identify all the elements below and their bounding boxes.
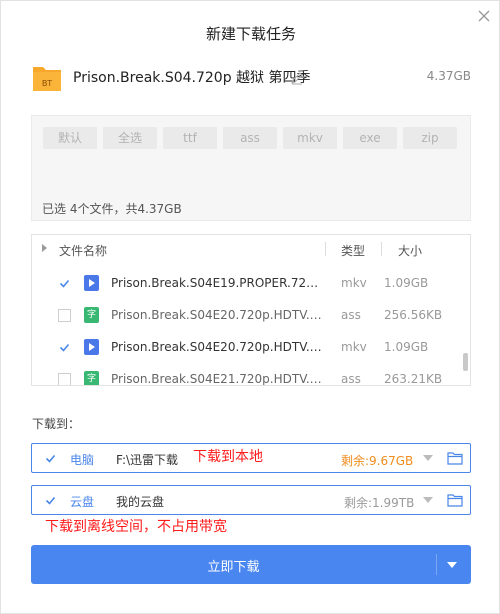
table-row[interactable]: 字 Prison.Break.S04E21.720p.HDTV.X264 ass… (32, 363, 462, 386)
column-size-header[interactable]: 大小 (398, 242, 422, 259)
target-checkbox[interactable] (44, 494, 57, 507)
bt-folder-icon: BT (32, 63, 62, 93)
table-row[interactable]: 字 Prison.Break.S04E20.720p.HDTV.X264 ass… (32, 299, 462, 331)
dialog-title: 新建下载任务 (205, 25, 296, 43)
free-space: 剩余:9.67GB (341, 454, 414, 468)
file-name: Prison.Break.S04E19.PROPER.720p.HDTV.X26… (111, 276, 323, 290)
annotation-local: 下载到本地 (193, 449, 263, 465)
subtitle-icon: 字 (84, 371, 99, 385)
table-header: 文件名称 类型 大小 (32, 235, 470, 263)
subtitle-icon: 字 (84, 307, 99, 323)
filter-mkv-button[interactable]: mkv (283, 127, 337, 149)
file-type: ass (341, 372, 361, 386)
file-table: 文件名称 类型 大小 Prison.Break.S04E19.PROPER.72… (31, 234, 471, 386)
download-now-label: 立即下载 (207, 560, 260, 575)
target-checkbox[interactable] (44, 452, 57, 465)
target-path[interactable]: F:\迅雷下载 (116, 451, 178, 468)
target-path[interactable]: 我的云盘 (116, 493, 164, 510)
new-download-dialog: 新建下载任务 BT Prison.Break.S04.720p 越狱 第四季 4… (0, 0, 500, 614)
torrent-title: Prison.Break.S04.720p 越狱 第四季 (73, 70, 311, 86)
chevron-down-icon[interactable] (423, 455, 433, 461)
folder-icon[interactable] (447, 451, 463, 465)
edit-icon[interactable] (290, 70, 304, 85)
file-name: Prison.Break.S04E20.720p.HDTV.X264 (111, 308, 323, 322)
filter-zip-button[interactable]: zip (403, 127, 457, 149)
filter-default-button[interactable]: 默认 (43, 127, 97, 149)
file-type: mkv (341, 276, 367, 290)
column-name-header[interactable]: 文件名称 (59, 242, 107, 259)
table-scrollbar[interactable] (463, 353, 468, 371)
row-checkbox[interactable] (58, 341, 71, 354)
filter-panel: 默认 全选 ttf ass mkv exe zip 已选 4个文件，共4.37G… (31, 115, 471, 221)
row-checkbox[interactable] (58, 373, 71, 385)
file-type: ass (341, 308, 361, 322)
file-size: 1.09GB (384, 276, 429, 290)
chevron-down-icon[interactable] (423, 497, 433, 503)
file-size: 1.09GB (384, 340, 429, 354)
target-cloud[interactable]: 云盘 我的云盘 剩余:1.99TB (31, 485, 471, 515)
download-now-button[interactable]: 立即下载 (31, 545, 471, 584)
filter-exe-button[interactable]: exe (343, 127, 397, 149)
filter-ttf-button[interactable]: ttf (163, 127, 217, 149)
total-size: 4.37GB (426, 69, 471, 83)
file-size: 263.21KB (384, 372, 443, 386)
close-icon[interactable] (473, 5, 495, 27)
video-icon (84, 275, 99, 291)
filter-ass-button[interactable]: ass (223, 127, 277, 149)
button-divider (436, 554, 437, 575)
annotation-cloud: 下载到离线空间，不占用带宽 (45, 519, 227, 535)
file-size: 256.56KB (384, 308, 443, 322)
column-type-header[interactable]: 类型 (341, 242, 365, 259)
filter-select-all-button[interactable]: 全选 (103, 127, 157, 149)
folder-icon[interactable] (447, 493, 463, 507)
selection-summary: 已选 4个文件，共4.37GB (42, 202, 182, 216)
chevron-down-icon[interactable] (447, 562, 457, 568)
file-name: Prison.Break.S04E21.720p.HDTV.X264 (111, 372, 323, 386)
target-name: 云盘 (70, 495, 95, 509)
column-divider[interactable] (325, 242, 326, 256)
video-icon (84, 339, 99, 355)
table-row[interactable]: Prison.Break.S04E20.720p.HDTV.X264 mkv 1… (32, 331, 462, 363)
target-name: 电脑 (70, 453, 95, 467)
expand-caret-icon[interactable] (42, 244, 47, 252)
svg-text:BT: BT (42, 79, 52, 88)
download-to-label: 下载到： (32, 417, 81, 431)
filter-buttons: 默认 全选 ttf ass mkv exe zip (43, 127, 457, 149)
column-divider[interactable] (381, 242, 382, 256)
row-checkbox[interactable] (58, 277, 71, 290)
file-name: Prison.Break.S04E20.720p.HDTV.X264 (111, 340, 323, 354)
free-space: 剩余:1.99TB (344, 496, 415, 510)
row-checkbox[interactable] (58, 309, 71, 322)
table-row[interactable]: Prison.Break.S04E19.PROPER.720p.HDTV.X26… (32, 267, 462, 299)
file-type: mkv (341, 340, 367, 354)
